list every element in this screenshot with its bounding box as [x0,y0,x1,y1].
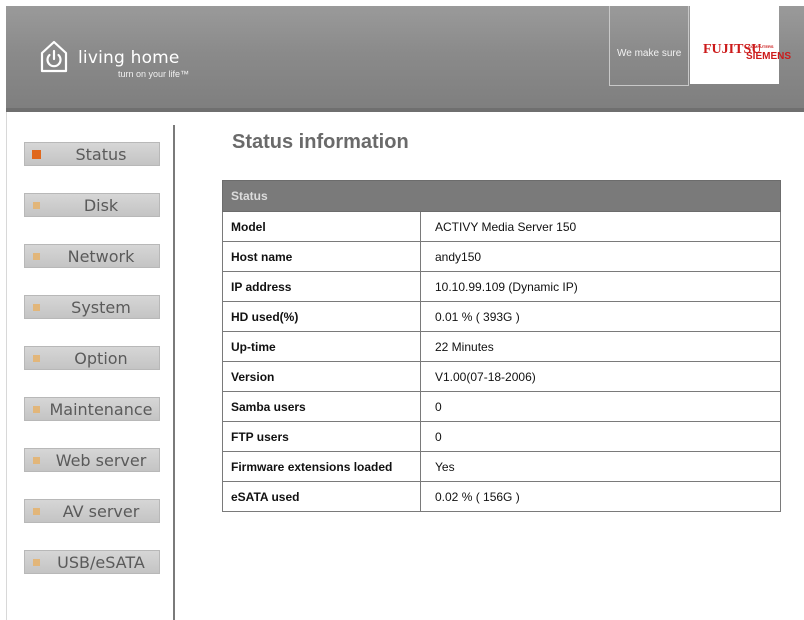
bullet-icon [33,355,40,362]
row-label: Model [222,211,421,242]
table-header: Status [222,180,781,212]
slogan-text: We make sure [617,48,682,59]
nav-label: Web server [55,451,147,470]
table-row: FTP users 0 [222,421,781,452]
nav-button-status[interactable]: Status [24,142,160,166]
row-value: 0.01 % ( 393G ) [420,301,781,332]
table-row: Version V1.00(07-18-2006) [222,361,781,392]
nav-button-network[interactable]: Network [24,244,160,268]
vendor-logo-siemens: SIEMENS [746,51,792,62]
bullet-icon [33,202,40,209]
row-value: 0 [420,421,781,452]
bullet-icon [33,304,40,311]
nav-label: Disk [83,196,119,215]
bullet-icon [33,253,40,260]
row-value: Yes [420,451,781,482]
bullet-icon [33,508,40,515]
row-value: 22 Minutes [420,331,781,362]
row-label: Firmware extensions loaded [222,451,421,482]
row-value: V1.00(07-18-2006) [420,361,781,392]
bullet-icon [32,150,41,159]
table-row: eSATA used 0.02 % ( 156G ) [222,481,781,512]
table-header-row: Status [222,180,781,212]
nav-label: Option [74,349,128,368]
row-label: Version [222,361,421,392]
row-label: Samba users [222,391,421,422]
table-row: Model ACTIVY Media Server 150 [222,211,781,242]
row-label: Up-time [222,331,421,362]
table-row: Up-time 22 Minutes [222,331,781,362]
page-title: Status information [232,131,409,153]
row-value: andy150 [420,241,781,272]
nav-label: USB/eSATA [57,553,145,572]
status-table: Status Model ACTIVY Media Server 150 Host… [222,180,781,512]
table-row: IP address 10.10.99.109 (Dynamic IP) [222,271,781,302]
row-label: HD used(%) [222,301,421,332]
row-label: IP address [222,271,421,302]
vendor-logo-computers: COMPUTERS [748,44,774,49]
nav-label: Status [75,145,127,164]
row-label: eSATA used [222,481,421,512]
sidebar-divider [173,125,175,620]
nav-label: Maintenance [49,400,153,419]
row-label: FTP users [222,421,421,452]
nav-button-web-server[interactable]: Web server [24,448,160,472]
nav-label: AV server [62,502,140,521]
bullet-icon [33,406,40,413]
nav-button-system[interactable]: System [24,295,160,319]
brand-tagline: turn on your life™ [118,69,190,79]
header-banner: living home turn on your life™ We make s… [6,6,804,112]
power-house-icon [40,40,68,73]
nav-label: Network [67,247,135,266]
table-row: Samba users 0 [222,391,781,422]
nav-button-usb-esata[interactable]: USB/eSATA [24,550,160,574]
row-value: ACTIVY Media Server 150 [420,211,781,242]
nav-button-option[interactable]: Option [24,346,160,370]
nav-label: System [71,298,131,317]
table-row: Firmware extensions loaded Yes [222,451,781,482]
bullet-icon [33,559,40,566]
brand-name: living home [78,48,180,68]
nav-button-maintenance[interactable]: Maintenance [24,397,160,421]
row-value: 0.02 % ( 156G ) [420,481,781,512]
left-border [6,112,7,620]
table-row: HD used(%) 0.01 % ( 393G ) [222,301,781,332]
row-label: Host name [222,241,421,272]
row-value: 10.10.99.109 (Dynamic IP) [420,271,781,302]
nav-button-av-server[interactable]: AV server [24,499,160,523]
bullet-icon [33,457,40,464]
slogan-frame [609,6,689,86]
nav-button-disk[interactable]: Disk [24,193,160,217]
row-value: 0 [420,391,781,422]
table-row: Host name andy150 [222,241,781,272]
